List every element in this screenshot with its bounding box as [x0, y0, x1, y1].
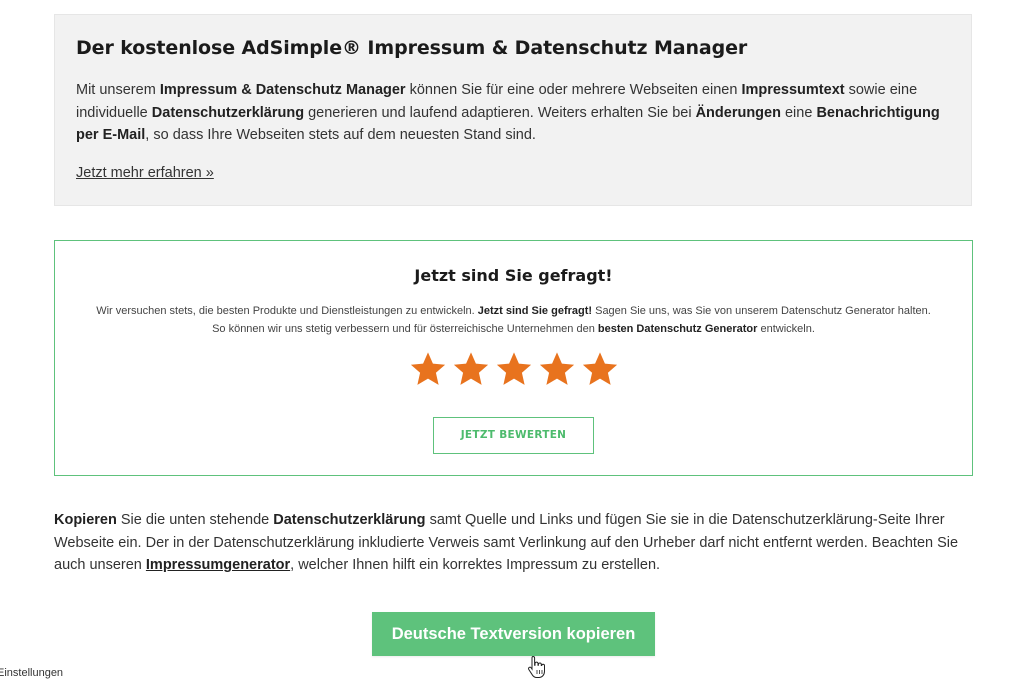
learn-more-link[interactable]: Jetzt mehr erfahren » [76, 165, 214, 181]
rating-box: Jetzt sind Sie gefragt! Wir versuchen st… [54, 240, 973, 476]
copy-german-text-button[interactable]: Deutsche Textversion kopieren [372, 612, 655, 656]
rate-now-button[interactable]: JETZT BEWERTEN [433, 417, 594, 454]
star-icon[interactable] [538, 349, 576, 389]
promo-box: Der kostenlose AdSimple® Impressum & Dat… [54, 14, 972, 206]
star-icon[interactable] [409, 349, 447, 389]
star-icon[interactable] [581, 349, 619, 389]
rating-title: Jetzt sind Sie gefragt! [414, 266, 613, 285]
star-icon[interactable] [495, 349, 533, 389]
promo-description: Mit unserem Impressum & Datenschutz Mana… [76, 82, 940, 143]
star-rating [55, 349, 972, 399]
hand-pointer-icon [527, 655, 547, 679]
rating-description: Wir versuchen stets, die besten Produkte… [96, 305, 931, 335]
impressum-generator-link[interactable]: Impressumgenerator [146, 557, 290, 573]
star-icon[interactable] [452, 349, 490, 389]
settings-label[interactable]: Einstellungen [0, 667, 63, 679]
promo-title: Der kostenlose AdSimple® Impressum & Dat… [76, 37, 748, 59]
copy-instructions: Kopieren Sie die unten stehende Datensch… [54, 512, 959, 573]
